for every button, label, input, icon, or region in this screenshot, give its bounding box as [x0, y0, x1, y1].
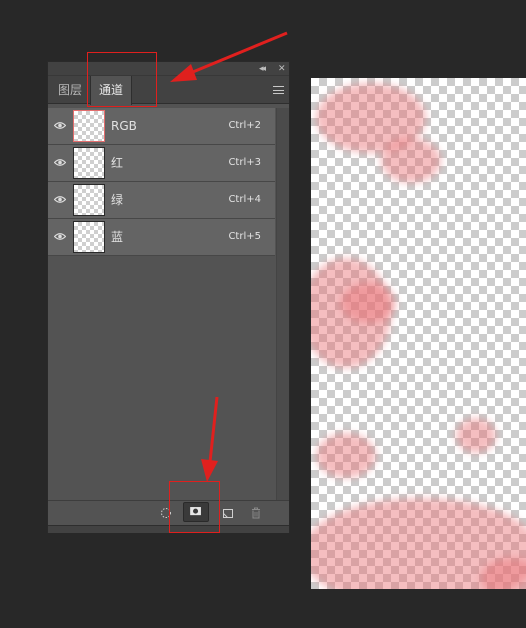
tab-layers[interactable]: 图层 [50, 76, 90, 104]
channel-name: 绿 [111, 193, 124, 207]
panel-tabbar: 图层 通道 [48, 76, 289, 105]
eye-icon[interactable] [54, 232, 66, 241]
tab-channels[interactable]: 通道 [90, 76, 133, 105]
scrollbar[interactable] [276, 108, 289, 500]
panel-footer [48, 500, 289, 525]
channel-thumbnail [73, 147, 105, 179]
close-icon[interactable]: ✕ [278, 63, 286, 75]
channel-shortcut: Ctrl+2 [228, 120, 261, 131]
image-region [456, 418, 496, 453]
channel-row-rgb[interactable]: RGB Ctrl+2 [48, 108, 275, 145]
channels-panel: ◂◂ ✕ 图层 通道 RGB Ctrl+2 红 Ctrl+3 绿 Ctrl+4 … [47, 61, 290, 533]
document-canvas[interactable] [311, 78, 526, 589]
trash-icon[interactable] [248, 505, 264, 521]
panel-menu-icon[interactable] [273, 86, 284, 94]
image-region [316, 433, 376, 478]
image-region [381, 138, 441, 183]
image-region [341, 283, 396, 323]
add-mask-icon [190, 507, 201, 516]
channel-thumbnail [73, 110, 105, 142]
eye-icon[interactable] [54, 121, 66, 130]
channel-thumbnail [73, 221, 105, 253]
channel-shortcut: Ctrl+3 [228, 157, 261, 168]
channel-row-green[interactable]: 绿 Ctrl+4 [48, 182, 275, 219]
channel-thumbnail [73, 184, 105, 216]
add-mask-button[interactable] [183, 502, 209, 522]
panel-bottom-edge [48, 525, 289, 533]
eye-icon[interactable] [54, 195, 66, 204]
eye-icon[interactable] [54, 158, 66, 167]
channel-row-red[interactable]: 红 Ctrl+3 [48, 145, 275, 182]
channel-row-blue[interactable]: 蓝 Ctrl+5 [48, 219, 275, 256]
collapse-icon[interactable]: ◂◂ [259, 63, 266, 75]
channel-shortcut: Ctrl+4 [228, 194, 261, 205]
channel-list: RGB Ctrl+2 红 Ctrl+3 绿 Ctrl+4 蓝 Ctrl+5 [48, 108, 275, 256]
panel-title-bar[interactable]: ◂◂ ✕ [48, 62, 289, 76]
channel-name: 蓝 [111, 230, 124, 244]
channel-name: 红 [111, 156, 124, 170]
load-selection-icon[interactable] [158, 505, 174, 521]
new-channel-icon[interactable] [220, 505, 236, 521]
channel-name: RGB [111, 119, 137, 133]
channel-shortcut: Ctrl+5 [228, 231, 261, 242]
